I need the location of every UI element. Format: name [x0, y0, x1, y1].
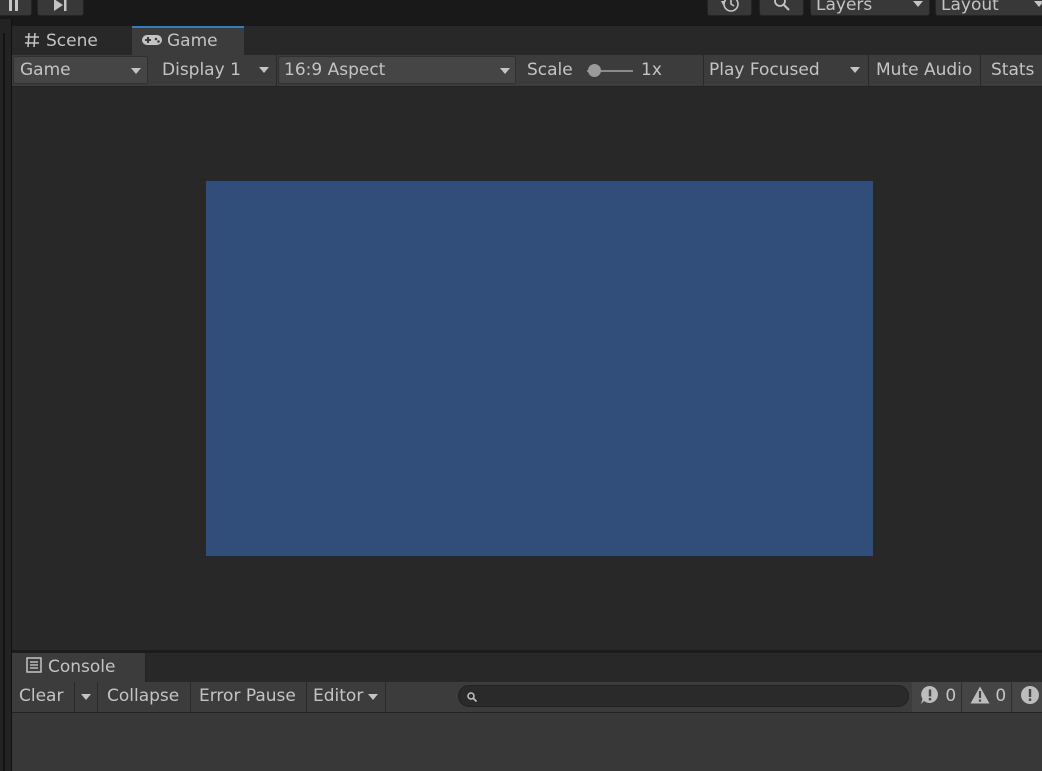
console-search-field[interactable]: [458, 685, 909, 707]
layers-dropdown[interactable]: Layers: [810, 0, 930, 16]
left-panel-edge: [0, 19, 12, 771]
chevron-down-icon: [850, 67, 860, 73]
warning-icon: [970, 686, 990, 704]
scale-control: Scale 1x: [518, 55, 704, 86]
search-icon: [774, 0, 790, 11]
aspect-dropdown[interactable]: 16:9 Aspect: [278, 56, 516, 84]
layers-label: Layers: [816, 0, 873, 15]
collapse-toggle[interactable]: Collapse: [98, 682, 191, 712]
step-icon: [54, 0, 67, 11]
chevron-down-icon: [131, 68, 141, 74]
stats-button[interactable]: Stats: [981, 55, 1042, 86]
console-icon: [26, 653, 48, 681]
console-log-area[interactable]: [12, 713, 1042, 771]
aspect-label: 16:9 Aspect: [284, 60, 386, 80]
history-button[interactable]: [707, 0, 752, 16]
play-mode-label: Play Focused: [709, 60, 820, 80]
display-label: Display 1: [162, 60, 241, 80]
info-bubble-icon: [921, 685, 938, 704]
warning-count: 0: [995, 686, 1007, 706]
tab-scene[interactable]: Scene: [12, 26, 132, 55]
console-search-input[interactable]: [481, 687, 905, 707]
chevron-down-icon: [259, 67, 269, 73]
error-count-toggle[interactable]: [1012, 682, 1042, 712]
mute-audio-button[interactable]: Mute Audio: [869, 55, 981, 86]
game-toolbar: Game Display 1 16:9 Aspect Scale 1x Play…: [12, 55, 1042, 87]
search-button[interactable]: [759, 0, 804, 16]
console-tabstrip: Console: [12, 653, 1042, 682]
grid-icon: [24, 26, 46, 56]
clear-label: Clear: [19, 686, 64, 706]
scale-label: Scale: [527, 60, 573, 80]
chevron-down-icon: [81, 694, 91, 700]
chevron-down-icon: [1034, 1, 1042, 7]
scale-value: 1x: [641, 60, 662, 80]
search-icon: [467, 692, 478, 703]
history-icon: [721, 0, 739, 12]
console-toolbar: Clear Collapse Error Pause Editor 0 0: [12, 682, 1042, 713]
play-mode-dropdown[interactable]: Play Focused: [704, 55, 869, 86]
unity-editor: Layers Layout Scene Game Game Display 1 …: [0, 0, 1042, 771]
clear-options-dropdown[interactable]: [75, 682, 98, 712]
error-pause-label: Error Pause: [199, 686, 296, 706]
editor-dropdown[interactable]: Editor: [307, 682, 386, 712]
game-viewport: [12, 87, 1042, 650]
tab-game-label: Game: [167, 31, 218, 51]
chevron-down-icon: [500, 68, 510, 74]
clear-button[interactable]: Clear: [12, 682, 75, 712]
main-toolbar: Layers Layout: [0, 0, 1042, 19]
tab-console[interactable]: Console: [12, 653, 146, 682]
stats-label: Stats: [991, 60, 1035, 80]
display-dropdown[interactable]: Display 1: [150, 55, 277, 86]
collapse-label: Collapse: [107, 686, 180, 706]
error-icon: [1021, 686, 1039, 704]
layout-label: Layout: [941, 0, 999, 15]
tab-scene-label: Scene: [46, 31, 98, 51]
error-pause-toggle[interactable]: Error Pause: [191, 682, 307, 712]
tab-console-label: Console: [48, 657, 116, 677]
info-count: 0: [945, 686, 957, 706]
chevron-down-icon: [913, 1, 923, 7]
pause-button[interactable]: [0, 0, 32, 16]
view-mode-dropdown[interactable]: Game: [13, 56, 148, 84]
step-button[interactable]: [37, 0, 84, 16]
scale-slider-handle[interactable]: [588, 64, 601, 77]
chevron-down-icon: [368, 694, 378, 700]
game-render-area[interactable]: [206, 181, 873, 556]
warning-count-toggle[interactable]: 0: [962, 682, 1012, 712]
view-tabstrip: Scene Game: [12, 26, 1042, 55]
editor-label: Editor: [313, 686, 364, 706]
pause-icon: [9, 0, 18, 11]
tab-game[interactable]: Game: [132, 26, 244, 55]
mute-audio-label: Mute Audio: [876, 60, 973, 80]
view-mode-label: Game: [20, 60, 71, 80]
info-count-toggle[interactable]: 0: [912, 682, 962, 712]
gamepad-icon: [141, 28, 167, 54]
layout-dropdown[interactable]: Layout: [935, 0, 1042, 16]
